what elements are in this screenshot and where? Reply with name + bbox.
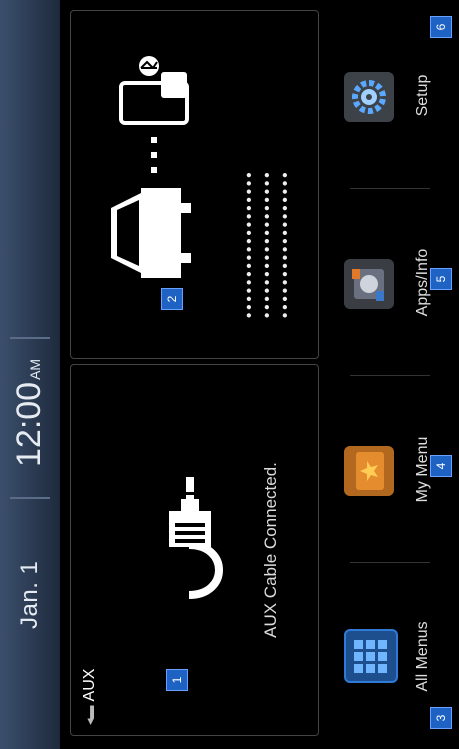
aux-source-icon: ◂▬ <box>82 705 97 725</box>
clock-time: 12:00 <box>10 381 48 467</box>
callout-marker: 3 <box>430 707 452 729</box>
dock-my-menu[interactable]: My Menu 4 <box>330 377 455 562</box>
phone-connection-widget[interactable]: 2 •••••••••••••••••• •••••••••••••••••• … <box>70 10 319 359</box>
callout-marker: 6 <box>430 16 452 38</box>
dock-divider <box>350 188 430 189</box>
status-divider <box>10 497 50 499</box>
apps-info-icon <box>344 259 394 309</box>
status-divider <box>10 337 50 339</box>
folder-star-icon <box>344 446 394 496</box>
dock-divider <box>350 562 430 563</box>
aux-title-text: AUX <box>81 668 98 702</box>
dock-setup[interactable]: Setup 6 <box>330 3 455 188</box>
aux-cable-icon <box>169 477 223 599</box>
status-bar: Jan. 1 12:00AM <box>0 0 60 749</box>
grid-icon <box>344 629 398 683</box>
clock: 12:00AM <box>10 359 49 467</box>
date-label: Jan. 1 <box>16 560 43 629</box>
home-screen: Jan. 1 12:00AM ◂▬ AUX 1 AUX Cable Connect… <box>0 0 459 749</box>
callout-marker: 4 <box>430 455 452 477</box>
app-dock: All Menus 3 My Menu 4 Apps/Info 5 Setup … <box>330 0 459 749</box>
car-phone-connection-icon <box>111 56 191 278</box>
callout-marker: 5 <box>430 268 452 290</box>
callout-marker: 1 <box>166 669 188 691</box>
aux-title: ◂▬ AUX <box>81 669 99 725</box>
aux-widget[interactable]: ◂▬ AUX 1 AUX Cable Connected. <box>70 364 319 736</box>
dock-apps-info[interactable]: Apps/Info 5 <box>330 190 455 375</box>
clock-ampm: AM <box>27 358 43 380</box>
gear-icon <box>344 72 394 122</box>
dock-divider <box>350 375 430 376</box>
aux-status-text: AUX Cable Connected. <box>261 462 280 638</box>
dock-all-menus[interactable]: All Menus 3 <box>330 564 455 749</box>
device-name-masked: •••••••••••••••••• •••••••••••••••••• ••… <box>241 169 294 318</box>
